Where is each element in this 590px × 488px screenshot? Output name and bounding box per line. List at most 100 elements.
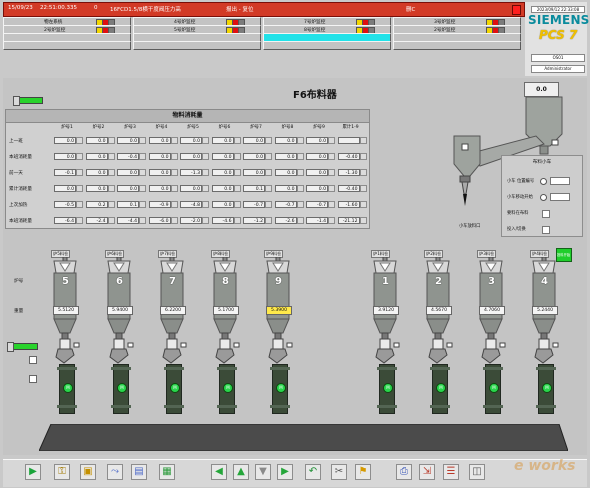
value-tab[interactable]	[296, 153, 304, 160]
user-field[interactable]: Administrator	[531, 65, 585, 73]
value-tab[interactable]	[359, 185, 367, 192]
value-tab[interactable]	[107, 153, 115, 160]
value-tab[interactable]	[233, 169, 241, 176]
tools-icon[interactable]: ✂	[331, 464, 347, 480]
value-tab[interactable]	[170, 153, 178, 160]
value-tab[interactable]	[265, 201, 272, 208]
value-tab[interactable]	[170, 185, 178, 192]
value-tab[interactable]	[296, 201, 304, 208]
value-tab[interactable]	[170, 137, 178, 144]
nav-right-icon[interactable]: ▶	[277, 464, 293, 480]
value-tab[interactable]	[170, 169, 178, 176]
value-tab[interactable]	[296, 137, 304, 144]
mill-unit[interactable]: M	[57, 364, 77, 414]
mill-unit[interactable]: M	[217, 364, 237, 414]
play-icon[interactable]: ▶	[25, 464, 41, 480]
value-tab[interactable]	[107, 185, 115, 192]
value-tab[interactable]	[265, 217, 272, 224]
value-tab[interactable]	[328, 185, 335, 192]
alarm-indicator[interactable]	[512, 5, 521, 15]
report-icon[interactable]: ▤	[131, 464, 147, 480]
value-tab[interactable]	[202, 137, 209, 144]
value-tab[interactable]	[265, 137, 272, 144]
overview-icon[interactable]: ▦	[159, 464, 175, 480]
value-tab[interactable]	[139, 153, 146, 160]
value-tab[interactable]	[139, 201, 146, 208]
slider-knob[interactable]	[13, 96, 20, 106]
value-tab[interactable]	[233, 217, 241, 224]
back-icon[interactable]: ↶	[305, 464, 321, 480]
alarm-list-icon[interactable]: ☰	[443, 464, 459, 480]
value-tab[interactable]	[170, 201, 178, 208]
value-tab[interactable]	[202, 169, 209, 176]
value-tab[interactable]	[76, 217, 83, 224]
value-tab[interactable]	[265, 185, 272, 192]
lower-slider[interactable]	[7, 342, 38, 352]
value-tab[interactable]	[359, 137, 367, 144]
value-tab[interactable]	[139, 169, 146, 176]
mill-unit[interactable]: M	[164, 364, 184, 414]
status-checkbox[interactable]	[542, 210, 550, 218]
value-tab[interactable]	[265, 153, 272, 160]
mill-unit[interactable]: M	[483, 364, 503, 414]
nav-up-icon[interactable]: ▲	[233, 464, 249, 480]
value-tab[interactable]	[76, 169, 83, 176]
area-button[interactable]	[133, 41, 261, 50]
value-tab[interactable]	[107, 137, 115, 144]
area-button[interactable]	[263, 41, 391, 50]
page-icon[interactable]: ▣	[80, 464, 96, 480]
status-radio[interactable]	[540, 194, 547, 201]
mill-unit[interactable]: M	[377, 364, 397, 414]
value-tab[interactable]	[202, 153, 209, 160]
area-button[interactable]	[3, 41, 131, 50]
value-tab[interactable]	[107, 201, 115, 208]
export-icon[interactable]: ⇲	[419, 464, 435, 480]
value-tab[interactable]	[202, 201, 209, 208]
value-tab[interactable]	[328, 137, 335, 144]
status-radio[interactable]	[540, 178, 547, 185]
mill-unit[interactable]: M	[430, 364, 450, 414]
value-tab[interactable]	[359, 153, 367, 160]
left-checkbox-1[interactable]	[29, 356, 37, 364]
area-button[interactable]	[393, 41, 521, 50]
value-tab[interactable]	[296, 185, 304, 192]
value-tab[interactable]	[202, 185, 209, 192]
value-tab[interactable]	[233, 185, 241, 192]
value-tab[interactable]	[139, 137, 146, 144]
value-tab[interactable]	[233, 201, 241, 208]
left-checkbox-2[interactable]	[29, 375, 37, 383]
mill-unit[interactable]: M	[111, 364, 131, 414]
value-tab[interactable]	[76, 201, 83, 208]
value-tab[interactable]	[328, 201, 335, 208]
value-tab[interactable]	[359, 201, 367, 208]
value-tab[interactable]	[170, 217, 178, 224]
value-tab[interactable]	[76, 185, 83, 192]
status-checkbox[interactable]	[542, 226, 550, 234]
trend-icon[interactable]: ⤳	[107, 464, 123, 480]
value-tab[interactable]	[202, 217, 209, 224]
value-tab[interactable]	[296, 217, 304, 224]
key-icon[interactable]: ⚿	[54, 464, 70, 480]
value-tab[interactable]	[76, 153, 83, 160]
nav-down-icon[interactable]: ▼	[255, 464, 271, 480]
lower-slider-knob[interactable]	[7, 342, 14, 352]
value-tab[interactable]	[328, 169, 335, 176]
value-tab[interactable]	[265, 169, 272, 176]
value-tab[interactable]	[328, 217, 335, 224]
lock-icon[interactable]: ⚑	[355, 464, 371, 480]
alarm-bar[interactable]: 15/09/23 22:51:00.335 0 16FCD1.5/8横干度阀压力…	[3, 2, 525, 17]
value-tab[interactable]	[107, 217, 115, 224]
mill-unit[interactable]: M	[536, 364, 556, 414]
top-slider[interactable]	[13, 96, 43, 106]
print-icon[interactable]: ⎙	[396, 464, 412, 480]
value-tab[interactable]	[359, 217, 367, 224]
screen-icon[interactable]: ◫	[469, 464, 485, 480]
nav-left-icon[interactable]: ◀	[211, 464, 227, 480]
value-tab[interactable]	[139, 185, 146, 192]
value-tab[interactable]	[107, 169, 115, 176]
value-tab[interactable]	[76, 137, 83, 144]
value-tab[interactable]	[233, 153, 241, 160]
value-tab[interactable]	[233, 137, 241, 144]
value-tab[interactable]	[328, 153, 335, 160]
value-tab[interactable]	[139, 217, 146, 224]
